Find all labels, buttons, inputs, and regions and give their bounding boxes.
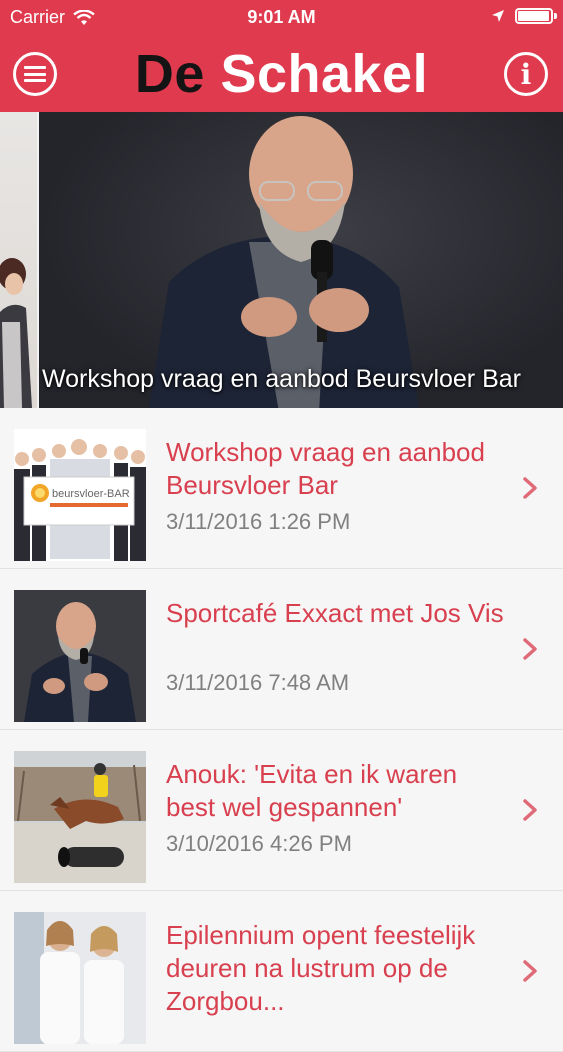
list-item[interactable]: Epilennium opent feestelijk deuren na lu… <box>0 891 563 1052</box>
epilennium-staff-photo <box>14 912 146 1044</box>
hero-carousel[interactable]: Workshop vraag en aanbod Beursvloer Bar <box>0 112 563 408</box>
info-button[interactable]: i <box>504 52 548 96</box>
app-header: De Schakel i <box>0 38 563 112</box>
article-date: 3/11/2016 1:26 PM <box>166 509 351 534</box>
article-date: 3/10/2016 4:26 PM <box>166 831 352 856</box>
article-title[interactable]: Anouk: 'Evita en ik waren best wel gespa… <box>166 758 506 824</box>
article-title[interactable]: Workshop vraag en aanbod Beursvloer Bar <box>166 436 506 502</box>
article-thumbnail <box>14 590 146 722</box>
article-title[interactable]: Sportcafé Exxact met Jos Vis <box>166 597 506 630</box>
status-bar: Carrier 9:01 AM <box>0 0 563 38</box>
thumb-logo-text: beursvloer-BAR <box>52 488 130 500</box>
app-logo: De Schakel <box>0 44 563 104</box>
speaker-thumbnail-photo <box>14 590 146 722</box>
list-item[interactable]: Anouk: 'Evita en ik waren best wel gespa… <box>0 730 563 891</box>
article-title[interactable]: Epilennium opent feestelijk deuren na lu… <box>166 919 506 1018</box>
status-indicators <box>491 8 557 24</box>
list-item[interactable]: beursvloer-BAR Workshop vraag en aanbod … <box>0 408 563 569</box>
beursvloer-group-photo: beursvloer-BAR <box>14 429 146 561</box>
article-thumbnail <box>14 912 146 1044</box>
hero-caption[interactable]: Workshop vraag en aanbod Beursvloer Bar <box>0 362 563 396</box>
brand-part-de: De <box>134 44 205 104</box>
chevron-right-icon <box>523 477 537 499</box>
article-thumbnail: beursvloer-BAR <box>14 429 146 561</box>
info-icon: i <box>520 57 532 91</box>
battery-icon <box>515 8 557 24</box>
brand-part-schakel: Schakel <box>220 44 429 104</box>
location-arrow-icon <box>492 10 504 22</box>
chevron-right-icon <box>523 960 537 982</box>
status-time: 9:01 AM <box>247 7 316 27</box>
chevron-right-icon <box>523 799 537 821</box>
horse-jumping-photo <box>14 751 146 883</box>
article-thumbnail <box>14 751 146 883</box>
article-date: 3/11/2016 7:48 AM <box>166 670 350 695</box>
chevron-right-icon <box>523 638 537 660</box>
list-item[interactable]: Sportcafé Exxact met Jos Vis 3/11/2016 7… <box>0 569 563 730</box>
article-list: beursvloer-BAR Workshop vraag en aanbod … <box>0 408 563 1052</box>
